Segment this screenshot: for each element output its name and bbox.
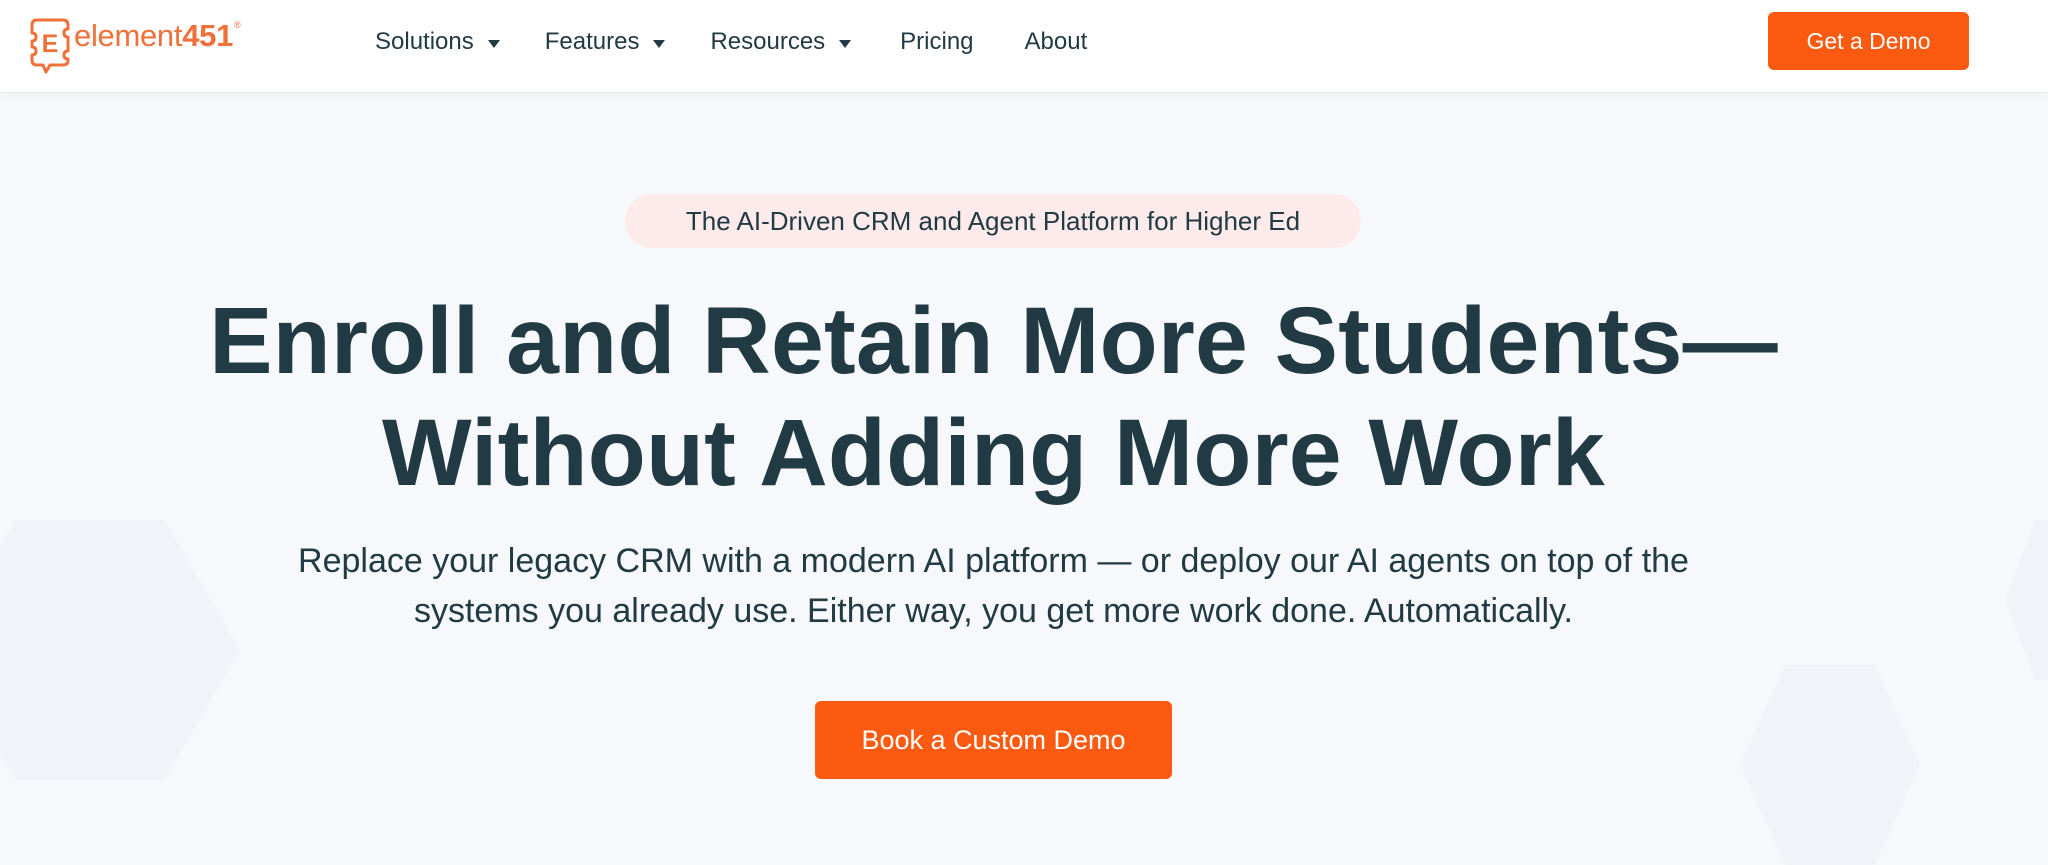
brand-logo[interactable]: E element451®	[28, 16, 241, 74]
get-a-demo-button[interactable]: Get a Demo	[1768, 12, 1969, 70]
caret-down-icon	[487, 40, 500, 48]
hero-eyebrow-badge: The AI-Driven CRM and Agent Platform for…	[625, 194, 1361, 248]
hero-headline-line-1: Enroll and Retain More Students—	[209, 288, 1778, 394]
hero-headline: Enroll and Retain More Students— Without…	[100, 285, 1887, 509]
nav-item-about[interactable]: About	[1025, 28, 1088, 56]
nav-item-label: Features	[544, 28, 640, 55]
book-custom-demo-button[interactable]: Book a Custom Demo	[815, 701, 1172, 779]
nav-item-solutions[interactable]: Solutions	[375, 28, 500, 56]
nav-item-pricing[interactable]: Pricing	[900, 28, 973, 56]
hero-headline-line-2: Without Adding More Work	[382, 400, 1605, 506]
nav-item-features[interactable]: Features	[545, 28, 666, 56]
hero-subheadline-line-1: Replace your legacy CRM with a modern AI…	[298, 542, 1689, 580]
nav-item-resources[interactable]: Resources	[710, 28, 852, 56]
logo-number: 451	[182, 18, 234, 53]
hero-section: The AI-Driven CRM and Agent Platform for…	[0, 92, 2048, 855]
caret-down-icon	[839, 40, 852, 48]
logo-wordmark: element451®	[74, 18, 241, 53]
hero-subheadline: Replace your legacy CRM with a modern AI…	[150, 536, 1837, 636]
nav-item-label: About	[1024, 28, 1088, 55]
logo-text: element	[74, 18, 183, 53]
trademark: ®	[234, 20, 241, 30]
element451-logo-icon: E	[30, 18, 70, 74]
nav-item-label: Solutions	[375, 28, 474, 55]
nav-item-label: Pricing	[900, 28, 974, 55]
main-nav: Solutions Features Resources Pricing Abo…	[375, 22, 1087, 62]
nav-item-label: Resources	[710, 28, 826, 55]
logo-mark-letter: E	[42, 30, 59, 58]
caret-down-icon	[653, 40, 666, 48]
hero-subheadline-line-2: systems you already use. Either way, you…	[413, 592, 1574, 630]
site-header: E element451® Solutions Features Resourc…	[0, 0, 2048, 92]
